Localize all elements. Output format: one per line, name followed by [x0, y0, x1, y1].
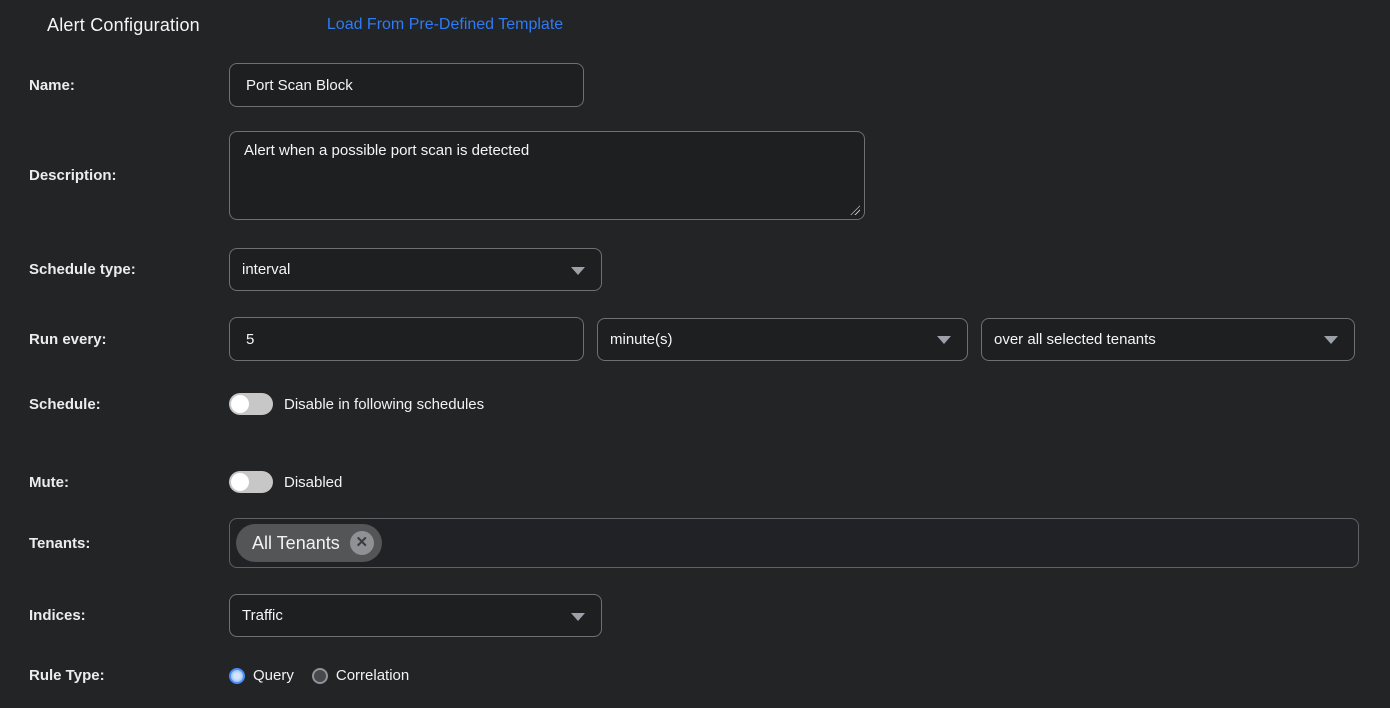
run-every-scope-value: over all selected tenants: [994, 330, 1156, 348]
indices-value: Traffic: [242, 607, 283, 624]
rule-type-label: Rule Type:: [29, 667, 105, 684]
indices-select[interactable]: Traffic: [229, 594, 602, 637]
load-template-link[interactable]: Load From Pre-Defined Template: [327, 16, 563, 34]
chevron-down-icon: [571, 612, 585, 621]
tenants-multiselect[interactable]: All Tenants ✕: [229, 518, 1359, 568]
tenant-chip: All Tenants ✕: [236, 524, 382, 562]
schedule-type-select[interactable]: interval: [229, 248, 602, 291]
rule-type-option-correlation-label: Correlation: [335, 667, 410, 684]
rule-type-option-query-label: Query: [253, 667, 294, 684]
rule-type-option-correlation[interactable]: Correlation: [311, 667, 410, 684]
description-text: Alert when a possible port scan is detec…: [244, 142, 530, 159]
tenants-row: Tenants: All Tenants ✕: [29, 518, 1390, 568]
indices-label: Indices:: [29, 607, 86, 624]
description-textarea[interactable]: Alert when a possible port scan is detec…: [229, 131, 865, 220]
tenant-chip-label: All Tenants: [252, 532, 340, 553]
run-every-label: Run every:: [29, 330, 107, 348]
mute-toggle-label: Disabled: [284, 473, 343, 491]
run-every-input[interactable]: [229, 317, 584, 361]
schedule-label: Schedule:: [29, 395, 101, 413]
x-circle-icon[interactable]: ✕: [349, 531, 374, 555]
mute-toggle[interactable]: [229, 471, 273, 493]
alert-configuration-page: Alert Configuration Load From Pre-Define…: [0, 0, 1390, 708]
tenants-label: Tenants:: [29, 534, 91, 552]
name-label: Name:: [29, 76, 75, 94]
description-row: Description: Alert when a possible port …: [29, 131, 1390, 220]
schedule-type-value: interval: [242, 261, 291, 278]
toggle-knob: [231, 395, 249, 413]
run-every-row: Run every: minute(s) over all selected t…: [29, 317, 1390, 361]
textarea-resize-handle[interactable]: [850, 205, 860, 215]
run-every-unit-select[interactable]: minute(s): [597, 317, 968, 361]
mute-label: Mute:: [29, 473, 69, 491]
chevron-down-icon: [571, 266, 585, 275]
toggle-knob: [231, 473, 249, 491]
chevron-down-icon: [1324, 336, 1338, 344]
mute-row: Mute: Disabled: [29, 471, 1390, 493]
indices-row: Indices: Traffic: [29, 594, 1390, 637]
page-header: Alert Configuration Load From Pre-Define…: [0, 0, 1390, 36]
run-every-scope-select[interactable]: over all selected tenants: [981, 317, 1355, 361]
rule-type-row: Rule Type: Query Correlation: [29, 667, 1390, 684]
schedule-row: Schedule: Disable in following schedules: [29, 393, 1390, 415]
run-every-unit-value: minute(s): [610, 330, 673, 348]
radio-icon: [311, 667, 328, 684]
schedule-toggle-label: Disable in following schedules: [284, 395, 485, 413]
schedule-toggle[interactable]: [229, 393, 273, 415]
chevron-down-icon: [937, 336, 951, 344]
name-input[interactable]: [229, 63, 584, 107]
page-title: Alert Configuration: [47, 14, 200, 35]
rule-type-radio-group: Query Correlation: [229, 667, 427, 684]
description-label: Description:: [29, 167, 117, 184]
rule-type-option-query[interactable]: Query: [229, 667, 294, 684]
radio-icon: [229, 667, 245, 684]
schedule-type-label: Schedule type:: [29, 261, 136, 278]
schedule-type-row: Schedule type: interval: [29, 248, 1390, 291]
name-row: Name:: [29, 63, 1390, 107]
